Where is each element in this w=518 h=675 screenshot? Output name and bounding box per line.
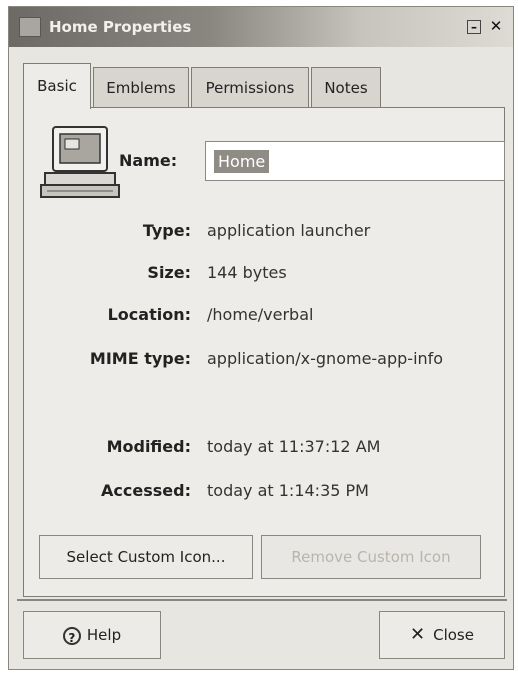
close-label: Close <box>433 626 474 644</box>
help-label: Help <box>86 626 122 644</box>
location-value: /home/verbal <box>207 305 314 324</box>
tab-notes[interactable]: Notes <box>311 67 381 107</box>
close-button[interactable]: ✕ Close <box>379 611 505 659</box>
minimize-button[interactable]: – <box>467 20 481 34</box>
close-icon: ✕ <box>410 624 426 645</box>
size-label: Size: <box>147 263 191 282</box>
modified-label: Modified: <box>106 437 191 456</box>
remove-custom-icon-button[interactable]: Remove Custom Icon <box>261 535 481 579</box>
window-title: Home Properties <box>49 18 192 36</box>
select-custom-icon-button[interactable]: Select Custom Icon... <box>39 535 253 579</box>
help-button[interactable]: ? Help <box>23 611 161 659</box>
mime-type-value: application/x-gnome-app-info <box>207 349 444 368</box>
type-label: Type: <box>142 221 191 240</box>
title-bar[interactable]: Home Properties – ✕ <box>9 7 513 47</box>
computer-icon <box>39 125 123 201</box>
tab-emblems[interactable]: Emblems <box>93 67 189 107</box>
tab-permissions[interactable]: Permissions <box>191 67 309 107</box>
tab-basic[interactable]: Basic <box>23 63 91 109</box>
size-value: 144 bytes <box>207 263 287 282</box>
name-label: Name: <box>119 151 178 170</box>
properties-dialog: Home Properties – ✕ Basic Emblems Permis… <box>8 6 514 670</box>
divider <box>17 599 507 601</box>
help-icon: ? <box>62 626 81 645</box>
window-icon <box>19 17 41 37</box>
accessed-value: today at 1:14:35 PM <box>207 481 369 500</box>
location-label: Location: <box>107 305 191 324</box>
name-value: Home <box>214 150 270 173</box>
modified-value: today at 11:37:12 AM <box>207 437 381 456</box>
accessed-label: Accessed: <box>101 481 191 500</box>
mime-type-label: MIME type: <box>89 349 191 368</box>
type-value: application launcher <box>207 221 371 240</box>
name-field[interactable]: Home <box>205 141 505 181</box>
close-window-button[interactable]: ✕ <box>489 19 503 34</box>
